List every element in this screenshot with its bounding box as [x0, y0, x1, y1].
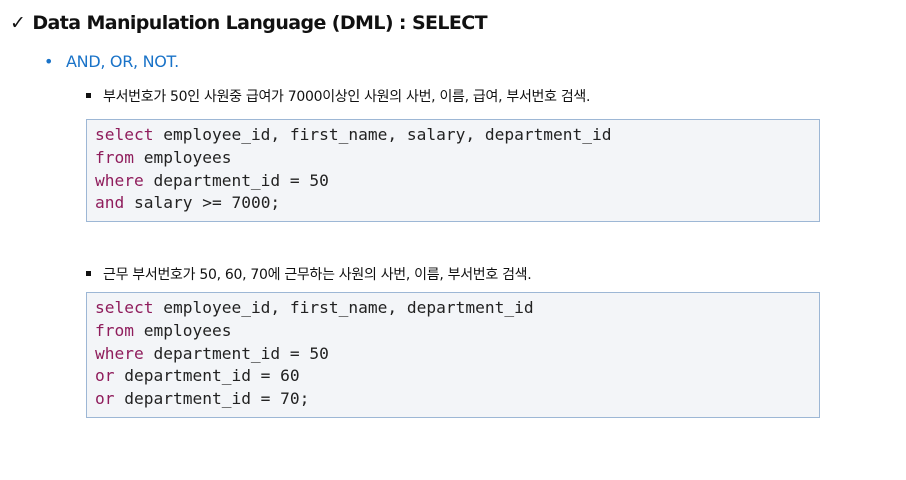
example-1-description: 부서번호가 50인 사원중 급여가 7000이상인 사원의 사번, 이름, 급여… — [86, 86, 590, 106]
code-block-1: select employee_id, first_name, salary, … — [86, 119, 820, 223]
example-1-description-text: 부서번호가 50인 사원중 급여가 7000이상인 사원의 사번, 이름, 급여… — [103, 89, 591, 105]
bullet-dot-icon: • — [44, 52, 54, 71]
code-text: employees — [133, 147, 232, 167]
code-line: where department_id = 50 — [95, 170, 811, 193]
code-text: employees — [133, 320, 232, 340]
code-block-2: select employee_id, first_name, departme… — [86, 292, 820, 418]
code-line: where department_id = 50 — [95, 343, 811, 366]
heading-text: Data Manipulation Language (DML) : SELEC… — [32, 12, 487, 34]
subheading-text: AND, OR, NOT. — [66, 52, 179, 71]
code-line: from employees — [95, 320, 811, 343]
code-text: department_id = 50 — [143, 170, 329, 190]
code-text: salary >= 7000; — [124, 193, 281, 213]
sql-keyword: select — [95, 298, 154, 317]
code-line: and salary >= 7000; — [95, 192, 811, 215]
code-text: department_id = 50 — [143, 343, 329, 363]
code-text: employee_id, first_name, salary, departm… — [153, 125, 612, 144]
subheading: • AND, OR, NOT. — [44, 52, 179, 71]
sql-keyword: select — [95, 125, 154, 144]
sql-keyword: where — [95, 170, 144, 190]
sql-keyword: from — [95, 147, 134, 167]
example-2-description: 근무 부서번호가 50, 60, 70에 근무하는 사원의 사번, 이름, 부서… — [86, 264, 532, 284]
square-bullet-icon — [86, 270, 91, 276]
code-line: from employees — [95, 147, 811, 170]
code-line: or department_id = 60 — [95, 365, 811, 388]
code-text: department_id = 70; — [114, 389, 310, 409]
code-line: or department_id = 70; — [95, 388, 811, 411]
sql-keyword: where — [95, 343, 144, 363]
code-text: employee_id, first_name, department_id — [153, 298, 534, 317]
example-2-description-text: 근무 부서번호가 50, 60, 70에 근무하는 사원의 사번, 이름, 부서… — [103, 267, 532, 283]
sql-keyword: and — [95, 193, 125, 213]
slide-heading: ✓ Data Manipulation Language (DML) : SELE… — [10, 12, 488, 34]
sql-keyword: or — [95, 366, 115, 386]
code-text: department_id = 60 — [114, 366, 300, 386]
sql-keyword: or — [95, 389, 115, 409]
code-line: select employee_id, first_name, departme… — [95, 297, 811, 320]
sql-keyword: from — [95, 320, 134, 340]
code-line: select employee_id, first_name, salary, … — [95, 124, 811, 147]
square-bullet-icon — [86, 92, 91, 98]
checkmark-icon: ✓ — [10, 12, 26, 34]
